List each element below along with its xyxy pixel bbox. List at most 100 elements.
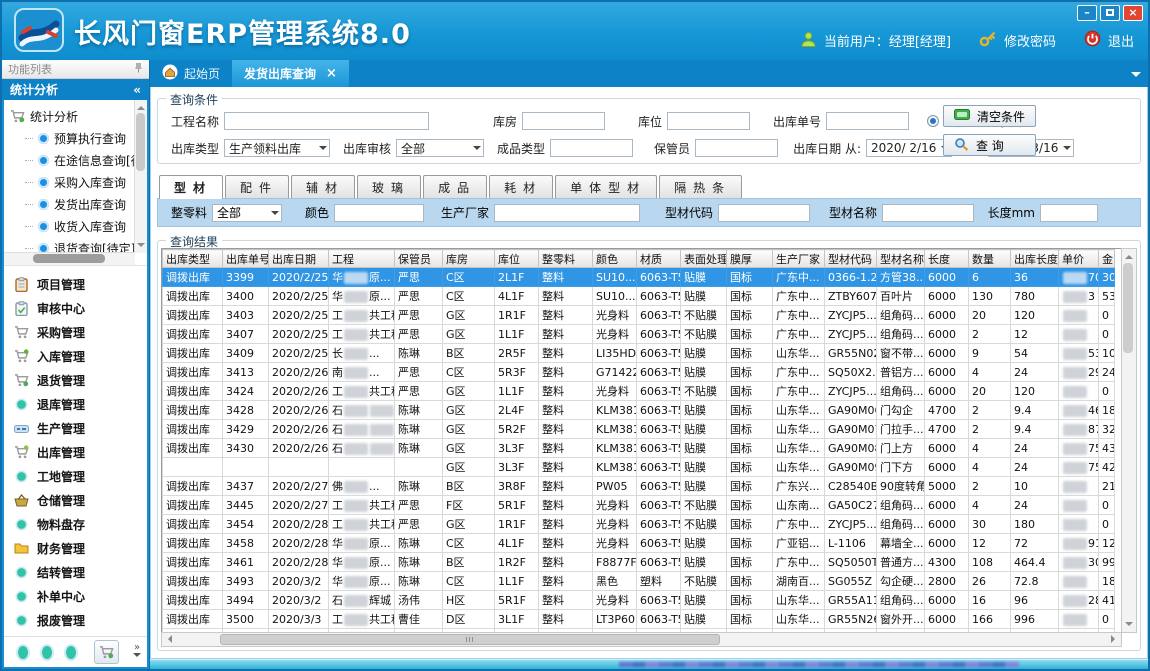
sidebar-tree-item[interactable]: 采购入库查询 xyxy=(9,171,147,193)
sidebar-module-item[interactable]: 物料盘存 xyxy=(13,512,147,536)
grid-vscroll-thumb[interactable] xyxy=(1123,263,1133,353)
table-row[interactable]: 调拨出库34302020/2/26石城陈琳G区3L3F整料KLM38176063… xyxy=(163,439,1115,458)
sidebar-module-item[interactable]: 工地管理 xyxy=(13,464,147,488)
location-input[interactable] xyxy=(667,112,750,130)
profile-code-input[interactable] xyxy=(718,204,810,222)
sidebar-tree-item[interactable]: 收货入库查询 xyxy=(9,215,147,237)
tree-vertical-scrollbar[interactable] xyxy=(134,100,147,253)
column-header[interactable]: 出库类型 xyxy=(163,250,223,268)
column-header[interactable]: 膜厚 xyxy=(727,250,773,268)
table-row[interactable]: 调拨出库34072020/2/25工共工程严思G区1L1F整料光身料6063-T… xyxy=(163,325,1115,344)
cart-shortcut-button[interactable] xyxy=(94,640,119,664)
tab-close-icon[interactable]: × xyxy=(326,66,337,81)
column-header[interactable]: 型材名称 xyxy=(877,250,925,268)
column-header[interactable]: 生产厂家 xyxy=(773,250,825,268)
column-header[interactable]: 金 xyxy=(1099,250,1115,268)
minimize-button[interactable]: – xyxy=(1077,5,1097,21)
table-row[interactable]: G区3L3F整料KLM38176063-T5贴膜国标山东华...GA90M09.… xyxy=(163,458,1115,477)
sidebar-module-item[interactable]: 退库管理 xyxy=(13,392,147,416)
change-password-link[interactable]: 修改密码 xyxy=(1004,31,1056,50)
table-row[interactable]: 调拨出库34032020/2/25工共工程严思G区1R1F整料光身料6063-T… xyxy=(163,306,1115,325)
workwear-radio[interactable] xyxy=(927,115,939,127)
circle-icon[interactable] xyxy=(18,646,28,659)
table-row[interactable]: 调拨出库34242020/2/26工共工程严思G区1L1F整料光身料6063-T… xyxy=(163,382,1115,401)
grid-vertical-scrollbar[interactable] xyxy=(1121,248,1137,633)
date-from-picker[interactable]: 2020/ 2/16 xyxy=(866,139,952,157)
grid-hscroll-thumb[interactable] xyxy=(220,634,721,645)
table-row[interactable]: 调拨出库34282020/2/26石城陈琳G区2L4F整料KLM38176063… xyxy=(163,401,1115,420)
table-row[interactable]: 调拨出库34582020/2/28华原...陈琳C区4L1F整料光身料6063-… xyxy=(163,534,1115,553)
warehouse-input[interactable] xyxy=(522,112,605,130)
audit-select[interactable]: 全部 xyxy=(396,139,484,157)
tree-vscroll-thumb[interactable] xyxy=(136,113,145,171)
circle-icon[interactable] xyxy=(42,646,52,659)
material-tab[interactable]: 辅材 xyxy=(291,175,355,198)
circle-icon[interactable] xyxy=(66,646,76,659)
table-row[interactable]: 调拨出库34452020/2/27工共工程严思F区5R1F整料光身料6063-T… xyxy=(163,496,1115,515)
tab-shipping-outbound-query[interactable]: 发货出库查询× xyxy=(232,60,349,87)
pin-icon[interactable] xyxy=(134,62,143,76)
material-tab[interactable]: 单体型材 xyxy=(555,175,657,198)
out-type-select[interactable]: 生产领料出库 xyxy=(224,139,330,157)
material-tab[interactable]: 耗材 xyxy=(489,175,553,198)
logout-link[interactable]: 退出 xyxy=(1108,31,1134,50)
sidebar-module-item[interactable]: 入库管理 xyxy=(13,344,147,368)
sidebar-module-item[interactable]: 补单中心 xyxy=(13,584,147,608)
tree-root-node[interactable]: 统计分析 xyxy=(9,105,147,127)
material-tab[interactable]: 隔热条 xyxy=(659,175,742,198)
column-header[interactable]: 保管员 xyxy=(395,250,443,268)
column-header[interactable]: 表面处理 xyxy=(681,250,727,268)
sidebar-module-item[interactable]: 结转管理 xyxy=(13,560,147,584)
column-header[interactable]: 材质 xyxy=(637,250,681,268)
table-row[interactable]: 调拨出库35002020/3/3工共工程曹佳D区3L1F整料LT3P606063… xyxy=(163,610,1115,629)
collapse-icon[interactable]: « xyxy=(133,83,141,97)
material-tab[interactable]: 成品 xyxy=(423,175,487,198)
table-row[interactable]: 调拨出库34132020/2/26南...严思C区5R3F整料G71422606… xyxy=(163,363,1115,382)
color-input[interactable] xyxy=(334,204,424,222)
scroll-up-icon[interactable] xyxy=(1125,251,1133,259)
sidebar-module-item[interactable]: 审核中心 xyxy=(13,296,147,320)
scroll-down-icon[interactable] xyxy=(137,243,145,251)
maximize-button[interactable] xyxy=(1100,5,1120,21)
material-tab[interactable]: 玻璃 xyxy=(357,175,421,198)
column-header[interactable]: 型材代码 xyxy=(825,250,877,268)
search-button[interactable]: 查 询 xyxy=(943,134,1036,156)
column-header[interactable]: 整零料 xyxy=(539,250,593,268)
section-header[interactable]: 统计分析 « xyxy=(2,79,149,100)
table-row[interactable]: 调拨出库34372020/2/27佛...陈琳B区3R8F整料PW056063-… xyxy=(163,477,1115,496)
sidebar-tree-item[interactable]: 在途信息查询[待 xyxy=(9,149,147,171)
tree-hscroll-thumb[interactable] xyxy=(33,254,105,263)
length-input[interactable] xyxy=(1040,204,1098,222)
table-row[interactable]: 调拨出库34092020/2/25长...陈琳B区2R5F整料LI35HD606… xyxy=(163,344,1115,363)
tab-list-dropdown-icon[interactable] xyxy=(1131,72,1141,82)
sidebar-module-item[interactable]: 仓储管理 xyxy=(13,488,147,512)
close-button[interactable]: × xyxy=(1123,5,1143,21)
column-header[interactable]: 库房 xyxy=(443,250,495,268)
column-header[interactable]: 颜色 xyxy=(593,250,637,268)
scroll-up-icon[interactable] xyxy=(137,102,145,110)
tree-horizontal-scrollbar[interactable] xyxy=(4,252,135,265)
manufacturer-input[interactable] xyxy=(494,204,640,222)
sidebar-module-item[interactable]: 财务管理 xyxy=(13,536,147,560)
project-name-input[interactable] xyxy=(224,112,429,130)
column-header[interactable]: 长度 xyxy=(925,250,969,268)
column-header[interactable]: 出库单号 xyxy=(223,250,269,268)
column-header[interactable]: 库位 xyxy=(495,250,539,268)
material-tab[interactable]: 型材 xyxy=(159,175,223,199)
column-header[interactable]: 出库日期 xyxy=(269,250,329,268)
sidebar-module-item[interactable]: 退货管理 xyxy=(13,368,147,392)
sidebar-tree-item[interactable]: 发货出库查询 xyxy=(9,193,147,215)
column-header[interactable]: 单价 xyxy=(1059,250,1099,268)
whole-part-select[interactable]: 全部 xyxy=(212,204,282,222)
clear-conditions-button[interactable]: 清空条件 xyxy=(943,105,1036,127)
material-tab[interactable]: 配件 xyxy=(225,175,289,198)
sidebar-module-item[interactable]: 项目管理 xyxy=(13,272,147,296)
profile-name-input[interactable] xyxy=(882,204,974,222)
keeper-input[interactable] xyxy=(695,139,778,157)
table-row[interactable]: 调拨出库34612020/2/28华原...陈琳B区1R2F整料F8877FT6… xyxy=(163,553,1115,572)
table-row[interactable]: 调拨出库34942020/3/2石辉城汤伟H区5R1F整料光身料6063-T5贴… xyxy=(163,591,1115,610)
table-row[interactable]: 调拨出库34932020/3/2华原...陈琳C区1L1F整料黑色塑料不贴膜国标… xyxy=(163,572,1115,591)
column-header[interactable]: 工程 xyxy=(329,250,395,268)
sidebar-module-item[interactable]: 采购管理 xyxy=(13,320,147,344)
sidebar-module-item[interactable]: 报废管理 xyxy=(13,608,147,632)
